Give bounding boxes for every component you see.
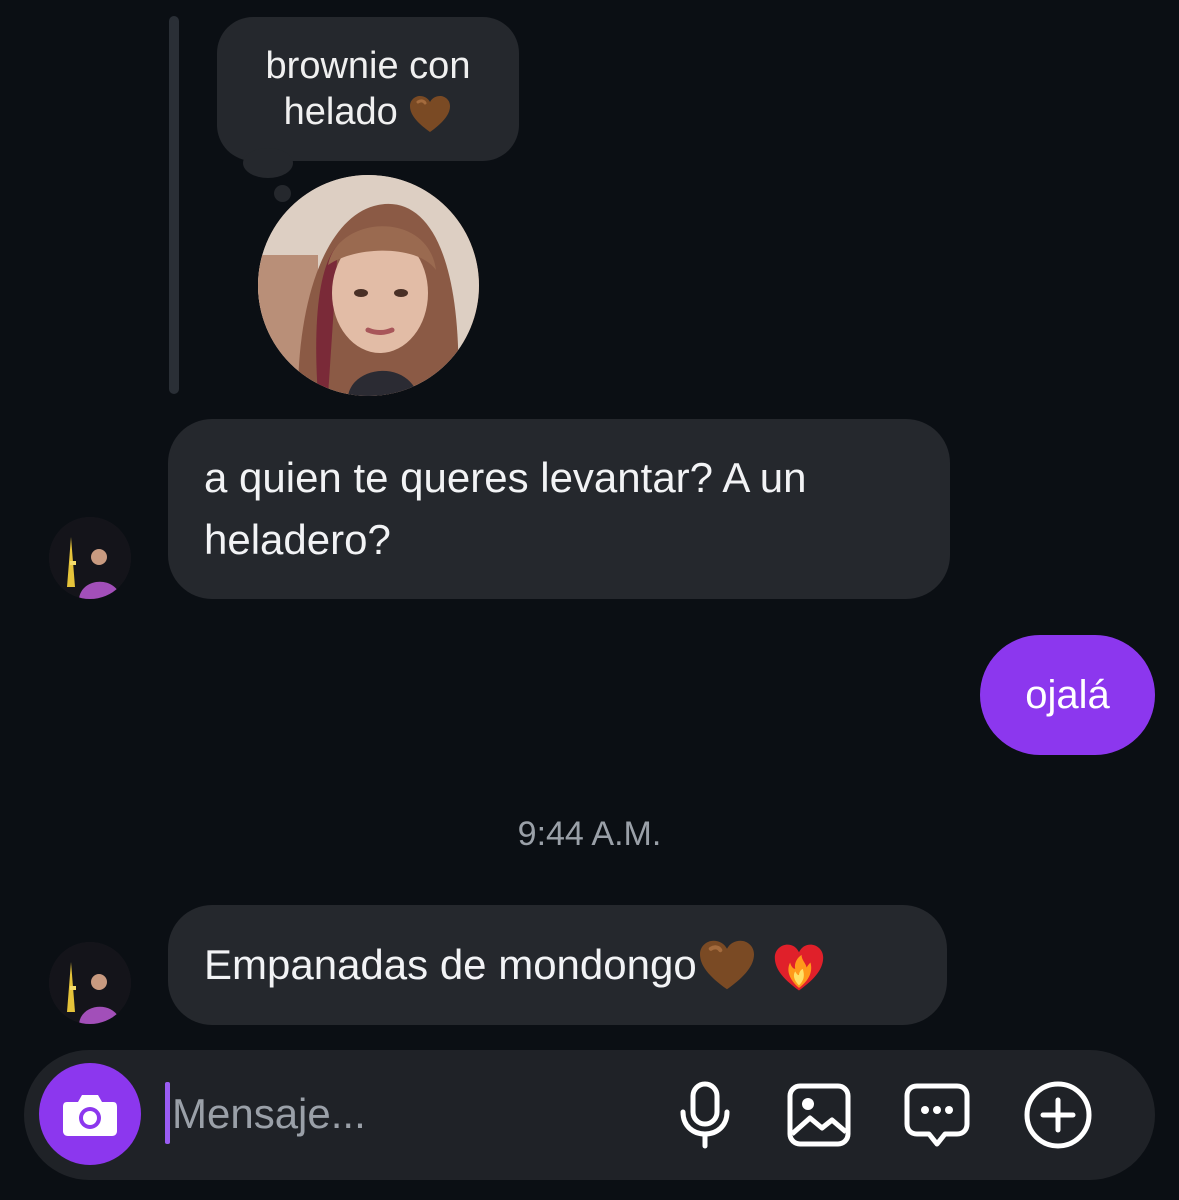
message-text: Empanadas de mondongo bbox=[204, 941, 697, 988]
reply-thread-line bbox=[169, 16, 179, 394]
gallery-button[interactable] bbox=[784, 1080, 854, 1150]
text-caret bbox=[165, 1082, 170, 1144]
incoming-message-bubble[interactable]: Empanadas de mondongo bbox=[168, 905, 947, 1025]
brown-heart-icon bbox=[699, 940, 754, 990]
chat-screen: brownie con helado a quien te queres lev… bbox=[0, 0, 1179, 1200]
profile-photo-image bbox=[258, 175, 479, 396]
sender-avatar[interactable] bbox=[49, 942, 131, 1024]
add-button[interactable] bbox=[1023, 1080, 1093, 1150]
camera-button[interactable] bbox=[39, 1063, 141, 1165]
image-icon bbox=[787, 1083, 851, 1147]
message-text: a quien te queres levantar? A un helader… bbox=[204, 454, 807, 563]
sticker-button[interactable] bbox=[902, 1080, 972, 1150]
incoming-message-bubble[interactable]: a quien te queres levantar? A un helader… bbox=[168, 419, 950, 599]
add-circle-icon bbox=[1024, 1081, 1092, 1149]
message-text: ojalá bbox=[1025, 672, 1110, 717]
sticker-chat-icon bbox=[904, 1083, 970, 1147]
note-author-avatar[interactable] bbox=[258, 175, 479, 396]
heart-on-fire-icon bbox=[774, 944, 823, 991]
brown-heart-icon bbox=[410, 95, 451, 132]
sender-avatar-image bbox=[49, 517, 131, 599]
sender-avatar-image bbox=[49, 942, 131, 1024]
message-input[interactable] bbox=[172, 1082, 642, 1146]
note-bubble-tail-small bbox=[274, 185, 291, 202]
voice-message-button[interactable] bbox=[670, 1080, 740, 1150]
camera-icon bbox=[63, 1095, 117, 1136]
sender-avatar[interactable] bbox=[49, 517, 131, 599]
note-bubble[interactable]: brownie con helado bbox=[217, 17, 519, 161]
note-content: brownie con helado bbox=[241, 43, 495, 135]
message-timestamp: 9:44 A.M. bbox=[517, 815, 662, 853]
note-bubble-tail bbox=[243, 148, 293, 178]
microphone-icon bbox=[680, 1081, 730, 1149]
outgoing-message-bubble[interactable]: ojalá bbox=[980, 635, 1155, 755]
